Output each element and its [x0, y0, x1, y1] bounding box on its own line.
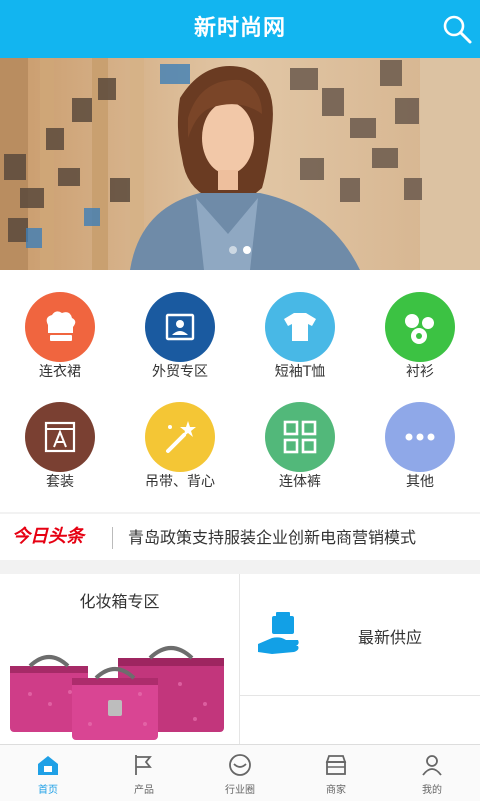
- flag-icon: [135, 755, 152, 775]
- category-shirt[interactable]: 衬衫: [360, 270, 480, 380]
- category-other[interactable]: 其他: [360, 380, 480, 490]
- category-label: 套装: [46, 474, 74, 490]
- hand-box-icon: [258, 612, 299, 654]
- category-jumpsuit[interactable]: 连体裤: [240, 380, 360, 490]
- news-headline[interactable]: 青岛政策支持服装企业创新电商营销模式: [128, 526, 416, 550]
- user-icon: [422, 755, 442, 776]
- search-icon[interactable]: [440, 12, 474, 46]
- tab-label: 首页: [38, 785, 58, 796]
- carousel-dot-active[interactable]: [243, 246, 251, 254]
- tab-label: 商家: [326, 785, 346, 796]
- category-tshirt[interactable]: 短袖T恤: [240, 270, 360, 380]
- category-label: 连衣裙: [39, 364, 81, 380]
- tab-industry-circle[interactable]: 行业圈: [192, 745, 288, 801]
- smile-circle-icon: [229, 754, 251, 776]
- more-icon: [385, 402, 455, 472]
- category-suit[interactable]: 套装: [0, 380, 120, 490]
- promo-right-title: 最新供应: [358, 628, 423, 647]
- tab-merchants[interactable]: 商家: [288, 745, 384, 801]
- category-label: 其他: [406, 474, 434, 490]
- category-dress[interactable]: 连衣裙: [0, 270, 120, 380]
- cosmetic-case-image: [10, 646, 224, 740]
- carousel-dot[interactable]: [229, 246, 237, 254]
- text-frame-icon: [25, 402, 95, 472]
- carousel-dots: [0, 239, 480, 258]
- category-grid: 连衣裙 外贸专区 短袖T恤 衬衫 套装 吊带、背心 连体裤 其他: [0, 270, 480, 512]
- news-ticker[interactable]: 今日头条 青岛政策支持服装企业创新电商营销模式: [0, 514, 480, 560]
- home-icon: [38, 756, 58, 775]
- grid-icon: [265, 402, 335, 472]
- app-header: 新时尚网: [0, 0, 480, 58]
- tab-label: 我的: [422, 785, 442, 796]
- category-label: 外贸专区: [152, 364, 208, 380]
- tab-mine[interactable]: 我的: [384, 745, 480, 801]
- category-label: 短袖T恤: [274, 364, 326, 380]
- banner-carousel[interactable]: [0, 58, 480, 270]
- latest-supply[interactable]: 最新供应: [240, 574, 480, 696]
- category-camisole[interactable]: 吊带、背心: [120, 380, 240, 490]
- app-title: 新时尚网: [193, 16, 286, 41]
- category-label: 衬衫: [406, 364, 434, 380]
- chef-hat-icon: [25, 292, 95, 362]
- bubbles-icon: [385, 292, 455, 362]
- id-card-icon: [145, 292, 215, 362]
- tab-products[interactable]: 产品: [96, 745, 192, 801]
- tshirt-icon: [265, 292, 335, 362]
- tab-home[interactable]: 首页: [0, 745, 96, 801]
- category-label: 连体裤: [279, 474, 321, 490]
- tab-label: 产品: [134, 785, 154, 796]
- category-export[interactable]: 外贸专区: [120, 270, 240, 380]
- category-label: 吊带、背心: [145, 474, 215, 490]
- promo-section: 化妆箱专区 最新供应: [0, 574, 480, 744]
- store-icon: [325, 755, 347, 775]
- tab-label: 行业圈: [225, 785, 255, 796]
- bottom-tab-bar: 首页 产品 行业圈 商家 我的: [0, 744, 480, 801]
- magic-wand-icon: [145, 402, 215, 472]
- news-badge: 今日头条: [12, 526, 84, 547]
- divider: [112, 527, 113, 549]
- cosmetic-case-zone[interactable]: 化妆箱专区: [0, 574, 240, 744]
